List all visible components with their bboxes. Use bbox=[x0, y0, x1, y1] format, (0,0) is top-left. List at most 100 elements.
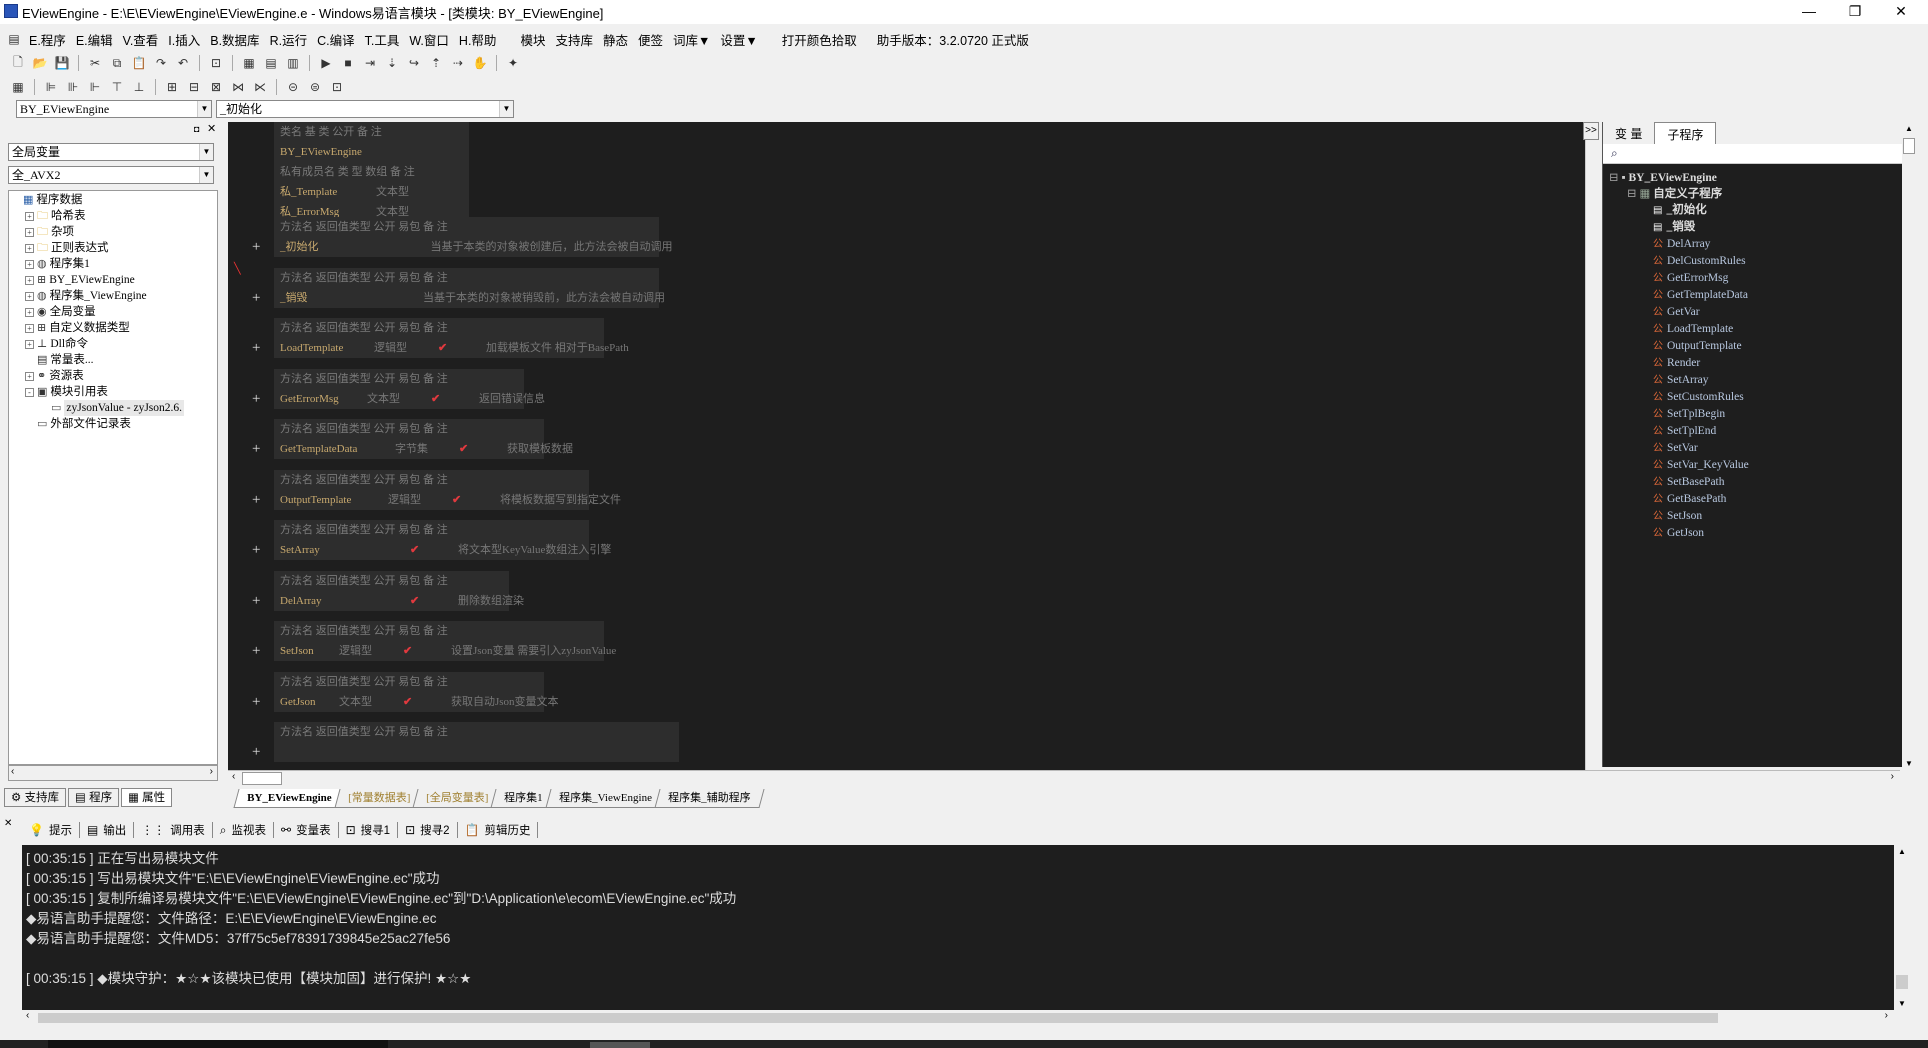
menu-program[interactable]: E.程序 bbox=[24, 30, 71, 49]
expand-method-icon[interactable]: + bbox=[252, 441, 260, 458]
menu-database[interactable]: B.数据库 bbox=[205, 30, 264, 49]
subroutine-item[interactable]: 公 LoadTemplate bbox=[1609, 321, 1899, 338]
tree-item[interactable]: + 🗀 杂项 bbox=[9, 224, 217, 240]
right-vscrollbar[interactable]: ▲ ▼ bbox=[1902, 122, 1916, 770]
expand-method-icon[interactable]: + bbox=[252, 542, 260, 559]
copy-icon[interactable]: ⧉ bbox=[107, 54, 127, 72]
scope-combo[interactable]: 全局变量 ▼ bbox=[8, 143, 214, 161]
tree-item[interactable]: + 🗀 哈希表 bbox=[9, 208, 217, 224]
subroutine-item[interactable]: 公 GetJson bbox=[1609, 525, 1899, 542]
subroutine-search-input[interactable]: ⌕ bbox=[1603, 144, 1903, 164]
align-left-icon[interactable]: ⊫ bbox=[41, 78, 61, 96]
tab-search2[interactable]: ⊡ 搜寻2 bbox=[398, 822, 458, 838]
subroutine-item[interactable]: 公 SetArray bbox=[1609, 372, 1899, 389]
method-row[interactable]: GetErrorMsg 文本型 ✔ 返回错误信息 bbox=[274, 389, 545, 409]
editor-tab[interactable]: BY_EViewEngine bbox=[233, 789, 346, 808]
tab-clip-history[interactable]: 📋 剪辑历史 bbox=[458, 822, 539, 838]
collapse-panel-button[interactable]: >> bbox=[1583, 122, 1599, 140]
subroutine-item[interactable]: 公 SetJson bbox=[1609, 508, 1899, 525]
menu-support-lib[interactable]: 支持库 bbox=[550, 30, 598, 49]
tab-calls[interactable]: ⋮⋮ 调用表 bbox=[134, 822, 213, 838]
hspace-icon[interactable]: ⋈ bbox=[228, 78, 248, 96]
left-panel-close-icon[interactable]: ✕ bbox=[207, 122, 216, 135]
menu-view[interactable]: V.查看 bbox=[118, 30, 164, 49]
tab-hints[interactable]: 💡 提示 bbox=[22, 822, 80, 838]
breakpoint-marker-icon[interactable]: ╲ bbox=[234, 262, 244, 275]
align-grid-icon[interactable]: ▦ bbox=[8, 78, 28, 96]
output-console[interactable]: [ 00:35:15 ] 正在写出易模块文件 [ 00:35:15 ] 写出易模块… bbox=[22, 845, 1894, 1010]
code-editor[interactable]: 类名 基 类 公开 备 注 BY_EViewEngine 私有成员名 类 型 数组 … bbox=[228, 122, 1585, 770]
step-icon[interactable]: ⇥ bbox=[360, 54, 380, 72]
editor-tab[interactable]: 程序集_ViewEngine bbox=[545, 789, 666, 808]
subroutine-item[interactable]: 公 GetVar bbox=[1609, 304, 1899, 321]
editor-tab[interactable]: [全局变量表] bbox=[412, 789, 502, 808]
menu-lexicon[interactable]: 词库▼ bbox=[668, 30, 715, 49]
helper-icon[interactable]: ✦ bbox=[503, 54, 523, 72]
step-into-icon[interactable]: ⇣ bbox=[382, 54, 402, 72]
tree-item[interactable]: ▭ zyJsonValue - zyJson2.6. bbox=[9, 400, 217, 416]
menu-insert[interactable]: I.插入 bbox=[163, 30, 205, 49]
method-row[interactable]: DelArray ✔ 删除数组渲染 bbox=[274, 591, 524, 611]
left-panel-pin-icon[interactable]: ◘ bbox=[194, 124, 199, 134]
subroutine-item[interactable]: 公 SetTplEnd bbox=[1609, 423, 1899, 440]
output-hscrollbar[interactable]: ‹ › bbox=[22, 1010, 1894, 1026]
class-combo[interactable]: BY_EViewEngine ▼ bbox=[16, 100, 212, 118]
stop-icon[interactable]: ■ bbox=[338, 54, 358, 72]
menu-settings[interactable]: 设置▼ bbox=[715, 30, 762, 49]
expand-method-icon[interactable]: + bbox=[252, 744, 260, 761]
editor-hscrollbar[interactable]: ‹ › bbox=[228, 770, 1900, 786]
align-right-icon[interactable]: ⊩ bbox=[85, 78, 105, 96]
expand-icon[interactable]: + bbox=[25, 291, 34, 301]
menu-run[interactable]: R.运行 bbox=[265, 30, 313, 49]
expand-method-icon[interactable]: + bbox=[252, 593, 260, 610]
subroutine-item[interactable]: 公 OutputTemplate bbox=[1609, 338, 1899, 355]
class-name[interactable]: BY_EViewEngine bbox=[274, 142, 469, 162]
maximize-button[interactable]: ❐ bbox=[1832, 0, 1878, 24]
tab-variables[interactable]: 变 量 bbox=[1603, 122, 1654, 144]
run-icon[interactable]: ▶ bbox=[316, 54, 336, 72]
subroutine-item[interactable]: 公 GetBasePath bbox=[1609, 491, 1899, 508]
expand-icon[interactable]: + bbox=[25, 211, 34, 221]
expand-icon[interactable]: + bbox=[25, 227, 34, 237]
expand-method-icon[interactable]: + bbox=[252, 492, 260, 509]
tree-item[interactable]: + 🗀 正则表达式 bbox=[9, 240, 217, 256]
expand-method-icon[interactable]: + bbox=[252, 239, 260, 256]
subroutine-item[interactable]: 公 GetErrorMsg bbox=[1609, 270, 1899, 287]
expand-method-icon[interactable]: + bbox=[252, 340, 260, 357]
method-row[interactable]: _初始化 当基于本类的对象被创建后，此方法会被自动调用 bbox=[274, 237, 673, 257]
expand-method-icon[interactable]: + bbox=[252, 643, 260, 660]
expand-icon[interactable]: + bbox=[25, 243, 34, 253]
open-file-icon[interactable]: 📂 bbox=[30, 54, 50, 72]
menu-color-picker[interactable]: 打开颜色拾取 bbox=[777, 30, 862, 49]
menu-module[interactable]: 模块 bbox=[515, 30, 550, 49]
tree-item[interactable]: ▤ 常量表... bbox=[9, 352, 217, 368]
output-vscrollbar[interactable]: ▲ ▼ bbox=[1894, 845, 1910, 1010]
collapse-icon[interactable]: - bbox=[25, 387, 34, 397]
tab-program[interactable]: ▤ 程序 bbox=[68, 788, 120, 807]
expand-icon[interactable]: + bbox=[25, 259, 34, 269]
tree-item[interactable]: + ⚭ 资源表 bbox=[9, 368, 217, 384]
minimize-button[interactable]: — bbox=[1786, 0, 1832, 24]
same-width-icon[interactable]: ⊞ bbox=[162, 78, 182, 96]
layout2-icon[interactable]: ▤ bbox=[261, 54, 281, 72]
same-height-icon[interactable]: ⊟ bbox=[184, 78, 204, 96]
step-out-icon[interactable]: ⇡ bbox=[426, 54, 446, 72]
undo-icon[interactable]: ↶ bbox=[173, 54, 193, 72]
save-icon[interactable]: 💾 bbox=[52, 54, 72, 72]
hand-icon[interactable]: ✋ bbox=[470, 54, 490, 72]
menu-help[interactable]: H.帮助 bbox=[454, 30, 502, 49]
left-hscrollbar[interactable]: ‹ › bbox=[8, 765, 218, 781]
subroutine-item[interactable]: 公 SetVar bbox=[1609, 440, 1899, 457]
method-row[interactable] bbox=[274, 742, 679, 762]
editor-vscrollbar[interactable] bbox=[1585, 122, 1599, 770]
editor-tab[interactable]: [常量数据表] bbox=[334, 789, 424, 808]
tree-root[interactable]: ⊟ ▪ BY_EViewEngine bbox=[1609, 170, 1899, 186]
tree-item[interactable]: - ▣ 模块引用表 bbox=[9, 384, 217, 400]
find-icon[interactable]: ⊡ bbox=[206, 54, 226, 72]
method-row[interactable]: _销毁 当基于本类的对象被销毁前，此方法会被自动调用 bbox=[274, 288, 665, 308]
menu-notes[interactable]: 便签 bbox=[633, 30, 668, 49]
tab-search1[interactable]: ⊡ 搜寻1 bbox=[339, 822, 399, 838]
step-over-icon[interactable]: ↪ bbox=[404, 54, 424, 72]
tree-item[interactable]: ▭ 外部文件记录表 bbox=[9, 416, 217, 432]
vspace-icon[interactable]: ⋉ bbox=[250, 78, 270, 96]
